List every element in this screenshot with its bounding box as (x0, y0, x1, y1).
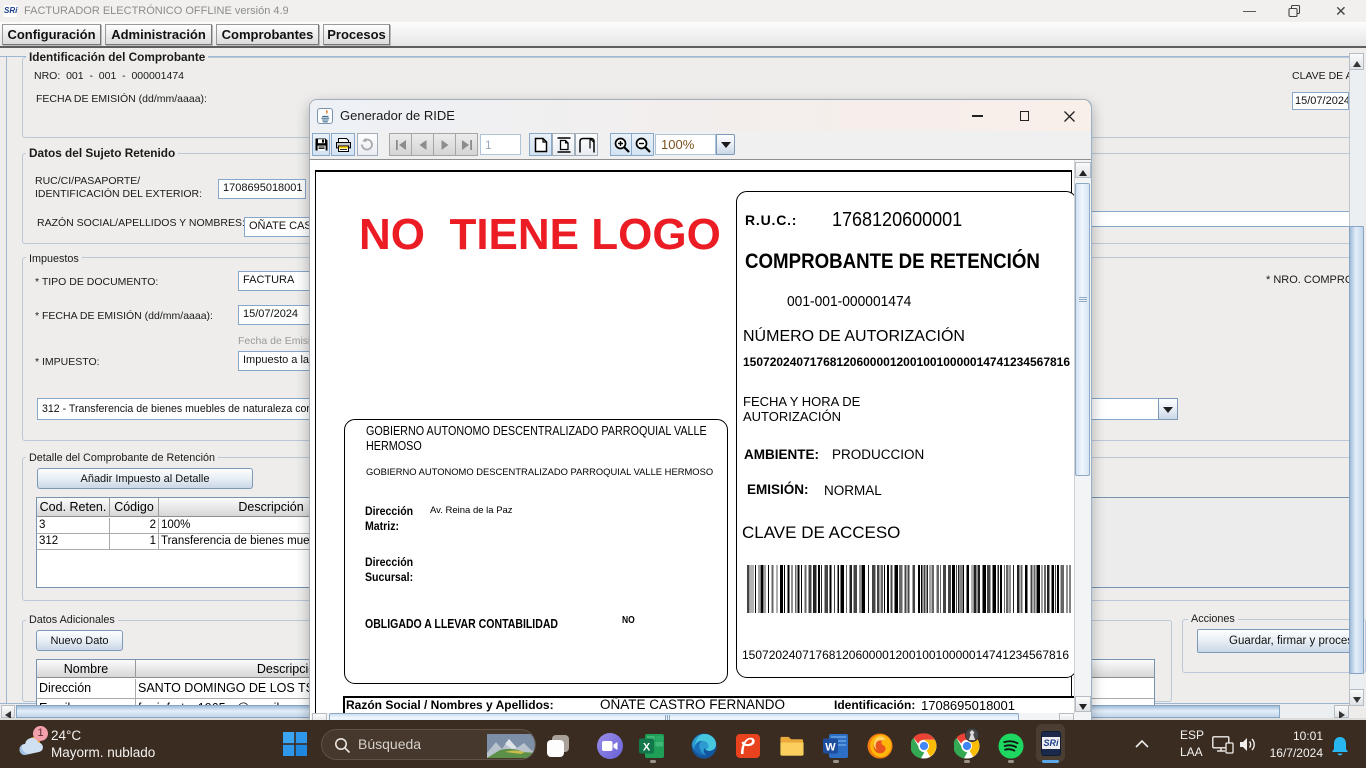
svg-text:X: X (643, 742, 651, 754)
svg-text:W: W (825, 742, 836, 754)
